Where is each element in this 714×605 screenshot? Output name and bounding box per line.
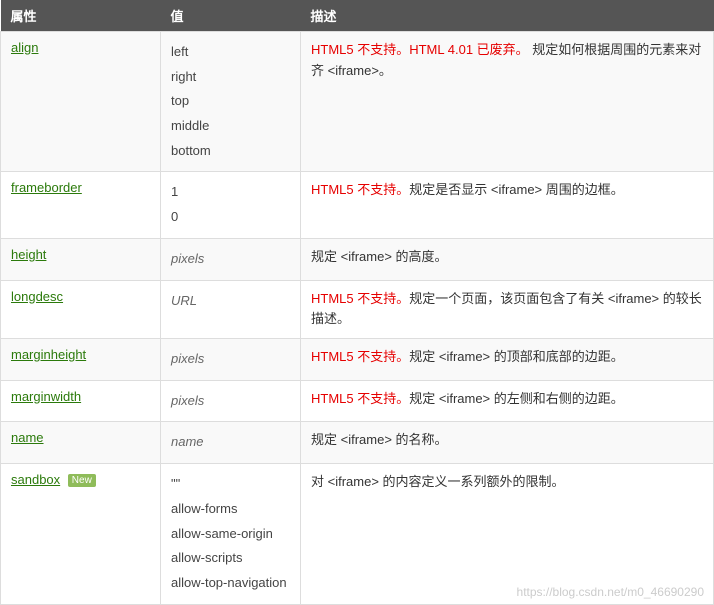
attributes-table: 属性 值 描述 alignleftrighttopmiddlebottomHTM… — [0, 0, 714, 605]
value-option: URL — [171, 289, 290, 314]
value-option: middle — [171, 114, 290, 139]
value-option: left — [171, 40, 290, 65]
value-option: allow-top-navigation — [171, 571, 290, 596]
new-badge: New — [68, 474, 96, 487]
attr-link-marginwidth[interactable]: marginwidth — [11, 389, 81, 404]
desc-cell: 规定 <iframe> 的名称。 — [301, 422, 714, 464]
value-option: pixels — [171, 389, 290, 414]
desc-text: 规定 <iframe> 的左侧和右侧的边距。 — [409, 391, 624, 406]
desc-cell: HTML5 不支持。规定一个页面，该页面包含了有关 <iframe> 的较长描述… — [301, 280, 714, 339]
value-option: 0 — [171, 205, 290, 230]
desc-text: 规定 <iframe> 的名称。 — [311, 432, 448, 447]
desc-unsupported: HTML5 不支持。HTML 4.01 已废弃。 — [311, 42, 529, 57]
table-row: longdesc URL HTML5 不支持。规定一个页面，该页面包含了有关 <if… — [1, 280, 714, 339]
desc-cell: HTML5 不支持。规定 <iframe> 的左侧和右侧的边距。 — [301, 380, 714, 422]
desc-text: 对 <iframe> 的内容定义一系列额外的限制。 — [311, 474, 565, 489]
desc-cell: HTML5 不支持。HTML 4.01 已废弃。 规定如何根据周围的元素来对齐 … — [301, 32, 714, 172]
value-cell: URL — [161, 280, 301, 339]
attr-link-height[interactable]: height — [11, 247, 46, 262]
desc-cell: 规定 <iframe> 的高度。 — [301, 238, 714, 280]
value-option: name — [171, 430, 290, 455]
value-cell: ""allow-formsallow-same-originallow-scri… — [161, 464, 301, 604]
value-option: bottom — [171, 139, 290, 164]
desc-text: 规定是否显示 <iframe> 周围的边框。 — [409, 182, 624, 197]
value-option: allow-scripts — [171, 546, 290, 571]
value-option: 1 — [171, 180, 290, 205]
desc-text: 规定 <iframe> 的高度。 — [311, 249, 448, 264]
table-row: height pixels 规定 <iframe> 的高度。 — [1, 238, 714, 280]
header-attr: 属性 — [1, 0, 161, 32]
desc-unsupported: HTML5 不支持。 — [311, 349, 409, 364]
value-option: allow-forms — [171, 497, 290, 522]
table-row: frameborder10HTML5 不支持。规定是否显示 <iframe> 周… — [1, 172, 714, 238]
attr-link-longdesc[interactable]: longdesc — [11, 289, 63, 304]
table-row: marginheight pixels HTML5 不支持。规定 <iframe> … — [1, 339, 714, 381]
value-cell: pixels — [161, 380, 301, 422]
header-desc: 描述 — [301, 0, 714, 32]
attr-link-marginheight[interactable]: marginheight — [11, 347, 86, 362]
attr-link-name[interactable]: name — [11, 430, 44, 445]
value-option: top — [171, 89, 290, 114]
desc-text: 规定 <iframe> 的顶部和底部的边距。 — [409, 349, 624, 364]
value-cell: leftrighttopmiddlebottom — [161, 32, 301, 172]
value-cell: pixels — [161, 339, 301, 381]
value-option: "" — [171, 472, 290, 497]
desc-unsupported: HTML5 不支持。 — [311, 391, 409, 406]
attr-link-sandbox[interactable]: sandbox — [11, 472, 60, 487]
table-row: sandbox New ""allow-formsallow-same-origi… — [1, 464, 714, 604]
desc-cell: HTML5 不支持。规定 <iframe> 的顶部和底部的边距。 — [301, 339, 714, 381]
attr-link-align[interactable]: align — [11, 40, 38, 55]
value-cell: name — [161, 422, 301, 464]
desc-cell: 对 <iframe> 的内容定义一系列额外的限制。 — [301, 464, 714, 604]
desc-unsupported: HTML5 不支持。 — [311, 182, 409, 197]
value-cell: 10 — [161, 172, 301, 238]
desc-unsupported: HTML5 不支持。 — [311, 291, 409, 306]
value-option: allow-same-origin — [171, 522, 290, 547]
table-row: alignleftrighttopmiddlebottomHTML5 不支持。H… — [1, 32, 714, 172]
value-option: right — [171, 65, 290, 90]
value-option: pixels — [171, 247, 290, 272]
attr-link-frameborder[interactable]: frameborder — [11, 180, 82, 195]
table-row: name name 规定 <iframe> 的名称。 — [1, 422, 714, 464]
value-cell: pixels — [161, 238, 301, 280]
table-header-row: 属性 值 描述 — [1, 0, 714, 32]
desc-cell: HTML5 不支持。规定是否显示 <iframe> 周围的边框。 — [301, 172, 714, 238]
header-value: 值 — [161, 0, 301, 32]
table-row: marginwidth pixels HTML5 不支持。规定 <iframe> 的… — [1, 380, 714, 422]
value-option: pixels — [171, 347, 290, 372]
